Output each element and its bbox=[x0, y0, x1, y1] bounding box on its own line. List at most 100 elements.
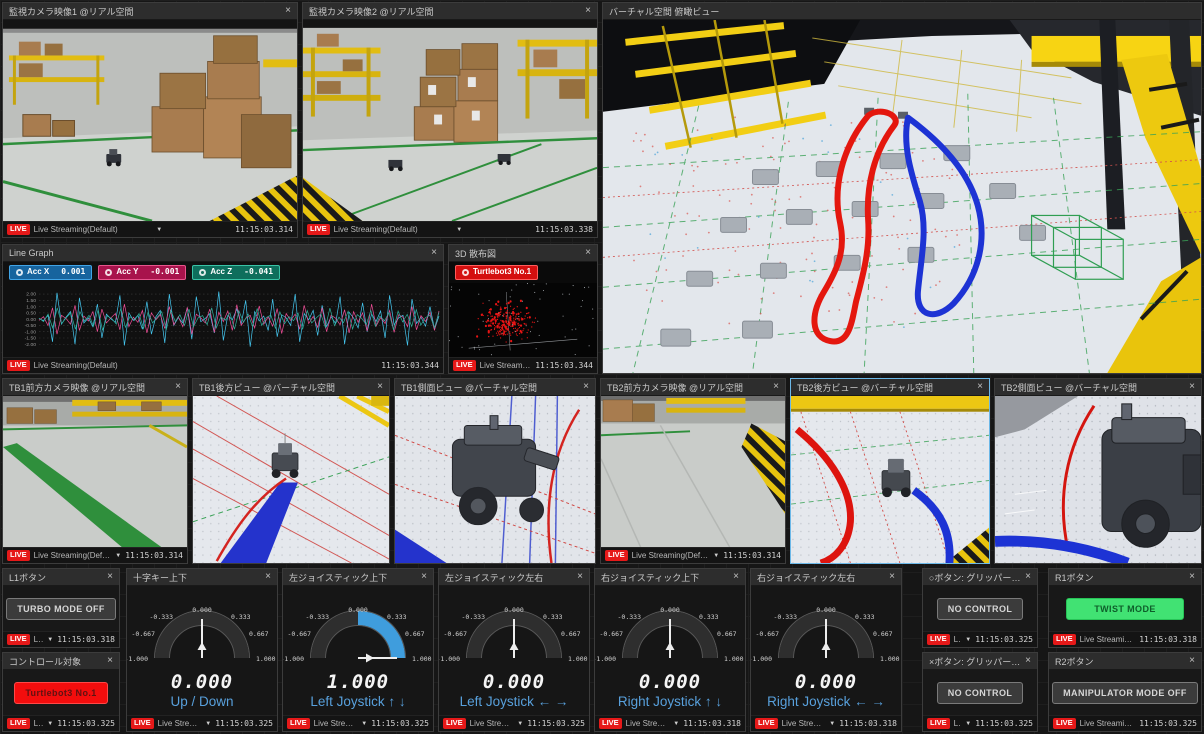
close-icon[interactable]: × bbox=[1189, 656, 1195, 666]
close-icon[interactable]: × bbox=[889, 572, 895, 582]
close-icon[interactable]: × bbox=[577, 572, 583, 582]
close-icon[interactable]: × bbox=[431, 248, 437, 258]
svg-text:1.000: 1.000 bbox=[724, 655, 744, 663]
chevron-down-icon[interactable]: ▼ bbox=[829, 721, 835, 727]
svg-text:0.667: 0.667 bbox=[405, 630, 425, 638]
gripper-close-control-button[interactable]: NO CONTROL bbox=[937, 682, 1024, 704]
stream-selector[interactable]: Live Streaming(Default) bbox=[158, 719, 202, 728]
chevron-down-icon[interactable]: ▼ bbox=[47, 721, 53, 727]
stream-selector[interactable]: Live Streaming(Default) bbox=[1080, 719, 1136, 728]
panel-titlebar: 右ジョイスティック上下 × bbox=[595, 569, 745, 586]
stream-selector[interactable]: Live Streaming(Default) bbox=[34, 225, 118, 234]
panel-titlebar: TB1後方ビュー @バーチャル空間 × bbox=[193, 379, 389, 396]
panel-titlebar: 監視カメラ映像1 @リアル空間 × bbox=[3, 3, 297, 20]
chevron-down-icon[interactable]: ▼ bbox=[965, 637, 971, 643]
legend-chip-turtlebot3[interactable]: Turtlebot3 No.1 bbox=[455, 265, 538, 280]
turbo-mode-button[interactable]: TURBO MODE OFF bbox=[6, 598, 116, 620]
gauge-value: 0.000 bbox=[483, 672, 545, 694]
close-icon[interactable]: × bbox=[175, 382, 181, 392]
close-icon[interactable]: × bbox=[773, 382, 779, 392]
close-icon[interactable]: × bbox=[585, 6, 591, 16]
gauge-value: 0.000 bbox=[171, 672, 233, 694]
live-badge: LIVE bbox=[605, 550, 628, 560]
twist-mode-button[interactable]: TWIST MODE bbox=[1066, 598, 1184, 620]
close-icon[interactable]: × bbox=[265, 572, 271, 582]
close-icon[interactable]: × bbox=[1189, 382, 1195, 392]
chevron-down-icon[interactable]: ▼ bbox=[965, 721, 971, 727]
timestamp: 11:15:03.344 bbox=[535, 361, 593, 370]
svg-text:1.50: 1.50 bbox=[26, 298, 36, 304]
panel-line-graph: Line Graph × Acc X 0.001 Acc Y -0.001 Ac… bbox=[2, 244, 444, 374]
close-icon[interactable]: × bbox=[285, 6, 291, 16]
chevron-down-icon[interactable]: ▼ bbox=[115, 553, 121, 559]
panel-title: Line Graph bbox=[9, 248, 427, 258]
legend-chip-acc-z[interactable]: Acc Z -0.041 bbox=[192, 265, 280, 280]
chevron-down-icon[interactable]: ▼ bbox=[456, 227, 462, 233]
control-target-button[interactable]: Turtlebot3 No.1 bbox=[14, 682, 107, 704]
svg-text:-0.667: -0.667 bbox=[600, 630, 624, 638]
stream-selector[interactable]: Live Streaming(Default) bbox=[34, 635, 44, 644]
live-badge: LIVE bbox=[7, 360, 30, 370]
stream-selector[interactable]: Live Streaming(Default) bbox=[34, 551, 112, 560]
chevron-down-icon[interactable]: ▼ bbox=[517, 721, 523, 727]
svg-text:-0.333: -0.333 bbox=[306, 613, 330, 621]
close-icon[interactable]: × bbox=[977, 382, 983, 392]
stream-selector[interactable]: Live Streaming(Default) bbox=[626, 719, 670, 728]
svg-text:1.000: 1.000 bbox=[568, 655, 588, 663]
close-icon[interactable]: × bbox=[421, 572, 427, 582]
svg-text:0.000: 0.000 bbox=[504, 606, 524, 614]
close-icon[interactable]: × bbox=[1025, 572, 1031, 582]
svg-text:-0.333: -0.333 bbox=[150, 613, 174, 621]
svg-text:-0.667: -0.667 bbox=[756, 630, 780, 638]
close-icon[interactable]: × bbox=[733, 572, 739, 582]
live-badge: LIVE bbox=[131, 718, 154, 728]
timestamp: 11:15:03.314 bbox=[125, 551, 183, 560]
visibility-icon bbox=[199, 269, 206, 276]
close-icon[interactable]: × bbox=[107, 572, 113, 582]
stream-selector[interactable]: Live Streaming(Default) bbox=[334, 225, 418, 234]
close-icon[interactable]: × bbox=[1189, 572, 1195, 582]
status-bar: LIVE Live Streaming(Default) 11:15:03.34… bbox=[3, 357, 443, 373]
stream-selector[interactable]: Live Streaming(Default) bbox=[632, 551, 710, 560]
legend-chip-acc-y[interactable]: Acc Y -0.001 bbox=[98, 265, 186, 280]
legend-chip-acc-x[interactable]: Acc X 0.001 bbox=[9, 265, 92, 280]
chevron-down-icon[interactable]: ▼ bbox=[47, 637, 53, 643]
panel-titlebar: 監視カメラ映像2 @リアル空間 × bbox=[303, 3, 597, 20]
close-icon[interactable]: × bbox=[583, 382, 589, 392]
chevron-down-icon[interactable]: ▼ bbox=[713, 553, 719, 559]
panel-titlebar: バーチャル空間 俯瞰ビュー bbox=[603, 3, 1201, 20]
stream-selector[interactable]: Live Streaming(Default) bbox=[34, 361, 118, 370]
timestamp: 11:15:03.325 bbox=[215, 719, 273, 728]
timestamp: 11:15:03.325 bbox=[527, 719, 585, 728]
live-badge: LIVE bbox=[1053, 634, 1076, 644]
status-bar: LIVE Live Streaming(Default) ▼ 11:15:03.… bbox=[439, 715, 589, 731]
stream-selector[interactable]: Live Streaming(Default) bbox=[34, 719, 44, 728]
chevron-down-icon[interactable]: ▼ bbox=[156, 227, 162, 233]
chevron-down-icon[interactable]: ▼ bbox=[205, 721, 211, 727]
panel-control-target: コントロール対象 × Turtlebot3 No.1 LIVE Live Str… bbox=[2, 652, 120, 732]
stream-selector[interactable]: Live Streaming(Default) bbox=[954, 635, 962, 644]
close-icon[interactable]: × bbox=[107, 656, 113, 666]
status-bar: LIVE Live Streaming(Default) ▼ 11:15:03.… bbox=[283, 715, 433, 731]
close-icon[interactable]: × bbox=[377, 382, 383, 392]
panel-left-joystick-vertical-gauge: 左ジョイスティック上下 × 0.000 -0.333 0.333 -0.667 … bbox=[282, 568, 434, 732]
svg-text:-1.000: -1.000 bbox=[594, 655, 616, 663]
stream-selector[interactable]: Live Streaming(Default) bbox=[480, 361, 532, 370]
gripper-open-control-button[interactable]: NO CONTROL bbox=[937, 598, 1024, 620]
stream-selector[interactable]: Live Streaming(Default) bbox=[1080, 635, 1136, 644]
close-icon[interactable]: × bbox=[585, 248, 591, 258]
visibility-icon bbox=[462, 269, 469, 276]
panel-right-joystick-vertical-gauge: 右ジョイスティック上下 × 0.000 -0.333 0.333 -0.667 … bbox=[594, 568, 746, 732]
stream-selector[interactable]: Live Streaming(Default) bbox=[954, 719, 962, 728]
timestamp: 11:15:03.325 bbox=[1139, 719, 1197, 728]
chevron-down-icon[interactable]: ▼ bbox=[673, 721, 679, 727]
chevron-down-icon[interactable]: ▼ bbox=[361, 721, 367, 727]
stream-selector[interactable]: Live Streaming(Default) bbox=[782, 719, 826, 728]
live-badge: LIVE bbox=[7, 634, 30, 644]
close-icon[interactable]: × bbox=[1025, 656, 1031, 666]
manipulator-mode-button[interactable]: MANIPULATOR MODE OFF bbox=[1052, 682, 1198, 704]
panel-titlebar: コントロール対象 × bbox=[3, 653, 119, 670]
status-bar: LIVE Live Streaming(Default) ▼ 11:15:03.… bbox=[3, 631, 119, 647]
stream-selector[interactable]: Live Streaming(Default) bbox=[470, 719, 514, 728]
stream-selector[interactable]: Live Streaming(Default) bbox=[314, 719, 358, 728]
